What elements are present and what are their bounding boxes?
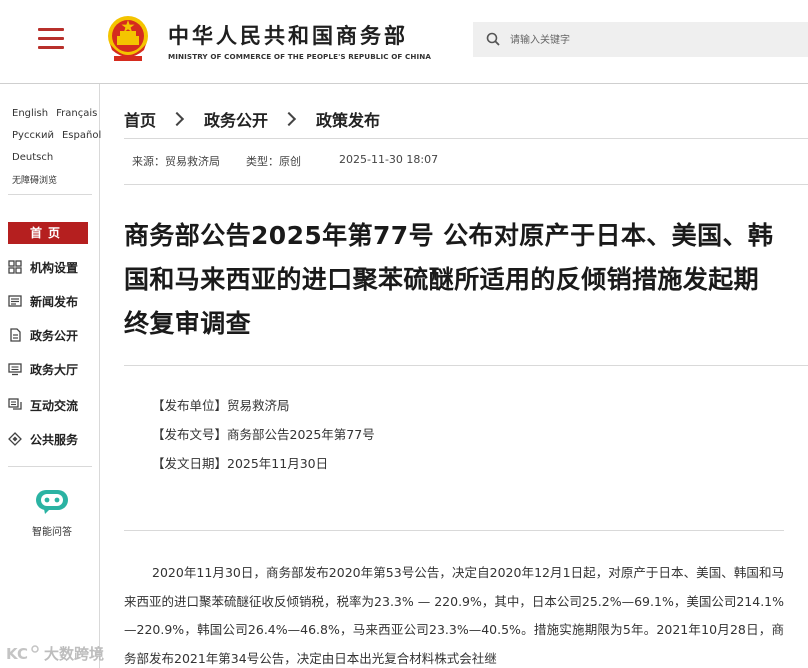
smart-qa-label: 智能问答 xyxy=(32,527,72,538)
breadcrumb: 首页 政务公开 政策发布 xyxy=(124,104,380,134)
site-subtitle: MINISTRY OF COMMERCE OF THE PEOPLE'S REP… xyxy=(168,52,432,61)
sidebar-item-label: 互动交流 xyxy=(30,398,79,413)
meta-source: 来源：贸易救济局 xyxy=(132,155,220,168)
site-header: 中华人民共和国商务部 MINISTRY OF COMMERCE OF THE P… xyxy=(0,0,808,84)
info-document-number: 【发布文号】商务部公告2025年第77号 xyxy=(152,427,375,442)
meta-type: 类型：原创 xyxy=(246,155,301,168)
sidebar-item-label: 政务公开 xyxy=(30,328,79,343)
breadcrumb-policy-release[interactable]: 政策发布 xyxy=(316,107,380,131)
lang-english[interactable]: English xyxy=(12,108,48,119)
language-switcher: English Français Русский Español Deutsch… xyxy=(12,102,101,190)
article-body: 2020年11月30日，商务部发布2020年第53号公告，决定自2020年12月… xyxy=(124,565,784,666)
document-icon xyxy=(10,328,21,342)
divider xyxy=(8,194,92,195)
search-icon[interactable] xyxy=(486,32,500,46)
divider xyxy=(124,530,784,531)
chat-icon xyxy=(8,398,22,410)
sidebar-item-label: 机构设置 xyxy=(30,260,79,275)
chevron-right-icon xyxy=(169,111,185,127)
chevron-right-icon xyxy=(281,111,297,127)
info-issue-date: 【发文日期】2025年11月30日 xyxy=(152,456,329,471)
menu-icon[interactable] xyxy=(38,28,64,50)
news-icon xyxy=(8,295,22,307)
lang-spanish[interactable]: Español xyxy=(62,130,101,141)
service-icon xyxy=(8,432,22,446)
sidebar-home-button[interactable]: 首页 xyxy=(8,222,88,244)
site-title[interactable]: 中华人民共和国商务部 xyxy=(168,20,408,50)
article-title: 商务部公告2025年第77号 公布对原产于日本、美国、韩国和马来西亚的进口聚苯硫… xyxy=(124,221,774,338)
sidebar-item-interaction[interactable]: 互动交流 xyxy=(8,394,98,416)
article-meta: 来源：贸易救济局 类型：原创 2025-11-30 18:07 xyxy=(132,153,438,169)
sidebar-item-label: 新闻发布 xyxy=(30,294,79,309)
grid-icon xyxy=(8,260,22,274)
lang-french[interactable]: Français xyxy=(56,108,97,119)
lang-german[interactable]: Deutsch xyxy=(12,152,53,163)
sidebar: English Français Русский Español Deutsch… xyxy=(0,84,101,668)
sidebar-item-label: 公共服务 xyxy=(30,432,79,447)
search-input[interactable] xyxy=(510,29,790,51)
sidebar-item-label: 政务大厅 xyxy=(30,362,79,377)
accessibility-link[interactable]: 无障碍浏览 xyxy=(12,173,57,186)
divider xyxy=(124,365,808,366)
sidebar-item-public-service[interactable]: 公共服务 xyxy=(8,428,98,450)
sidebar-item-government-affairs[interactable]: 政务公开 xyxy=(8,324,98,346)
robot-chat-icon xyxy=(36,490,68,514)
breadcrumb-home[interactable]: 首页 xyxy=(124,107,156,131)
monitor-icon xyxy=(8,363,22,376)
divider xyxy=(124,184,808,185)
info-issuer: 【发布单位】贸易救济局 xyxy=(152,398,290,413)
breadcrumb-government-affairs[interactable]: 政务公开 xyxy=(204,107,268,131)
article-info: 【发布单位】贸易救济局 【发布文号】商务部公告2025年第77号 【发文日期】2… xyxy=(152,396,375,483)
divider xyxy=(8,466,92,467)
divider xyxy=(124,138,808,139)
sidebar-item-service-hall[interactable]: 政务大厅 xyxy=(8,358,98,380)
meta-date: 2025-11-30 18:07 xyxy=(339,153,439,166)
sidebar-item-news[interactable]: 新闻发布 xyxy=(8,290,98,312)
sidebar-item-organization[interactable]: 机构设置 xyxy=(8,256,98,278)
lang-russian[interactable]: Русский xyxy=(12,130,54,141)
smart-qa-button[interactable]: 智能问答 xyxy=(20,482,84,542)
national-emblem-icon[interactable] xyxy=(104,14,152,64)
